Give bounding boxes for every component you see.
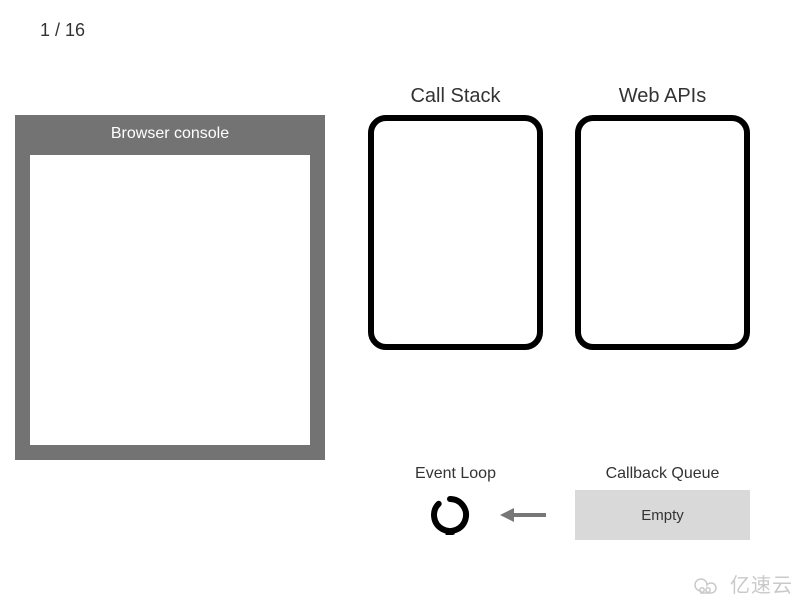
browser-console-frame: Browser console xyxy=(15,115,325,460)
loop-icon xyxy=(430,495,470,535)
web-apis-box xyxy=(575,115,750,350)
browser-console-body xyxy=(30,155,310,445)
call-stack-heading: Call Stack xyxy=(368,85,543,108)
callback-queue-status: Empty xyxy=(641,507,684,524)
browser-console-title: Browser console xyxy=(15,115,325,151)
web-apis-heading: Web APIs xyxy=(575,85,750,108)
watermark-text: 亿速云 xyxy=(730,575,793,597)
callback-queue-box: Empty xyxy=(575,490,750,540)
call-stack-box xyxy=(368,115,543,350)
page-counter: 1 / 16 xyxy=(40,20,85,41)
event-loop-label: Event Loop xyxy=(368,465,543,483)
arrow-left-icon xyxy=(498,505,548,525)
watermark: 亿速云 xyxy=(693,569,793,598)
callback-queue-label: Callback Queue xyxy=(575,465,750,483)
